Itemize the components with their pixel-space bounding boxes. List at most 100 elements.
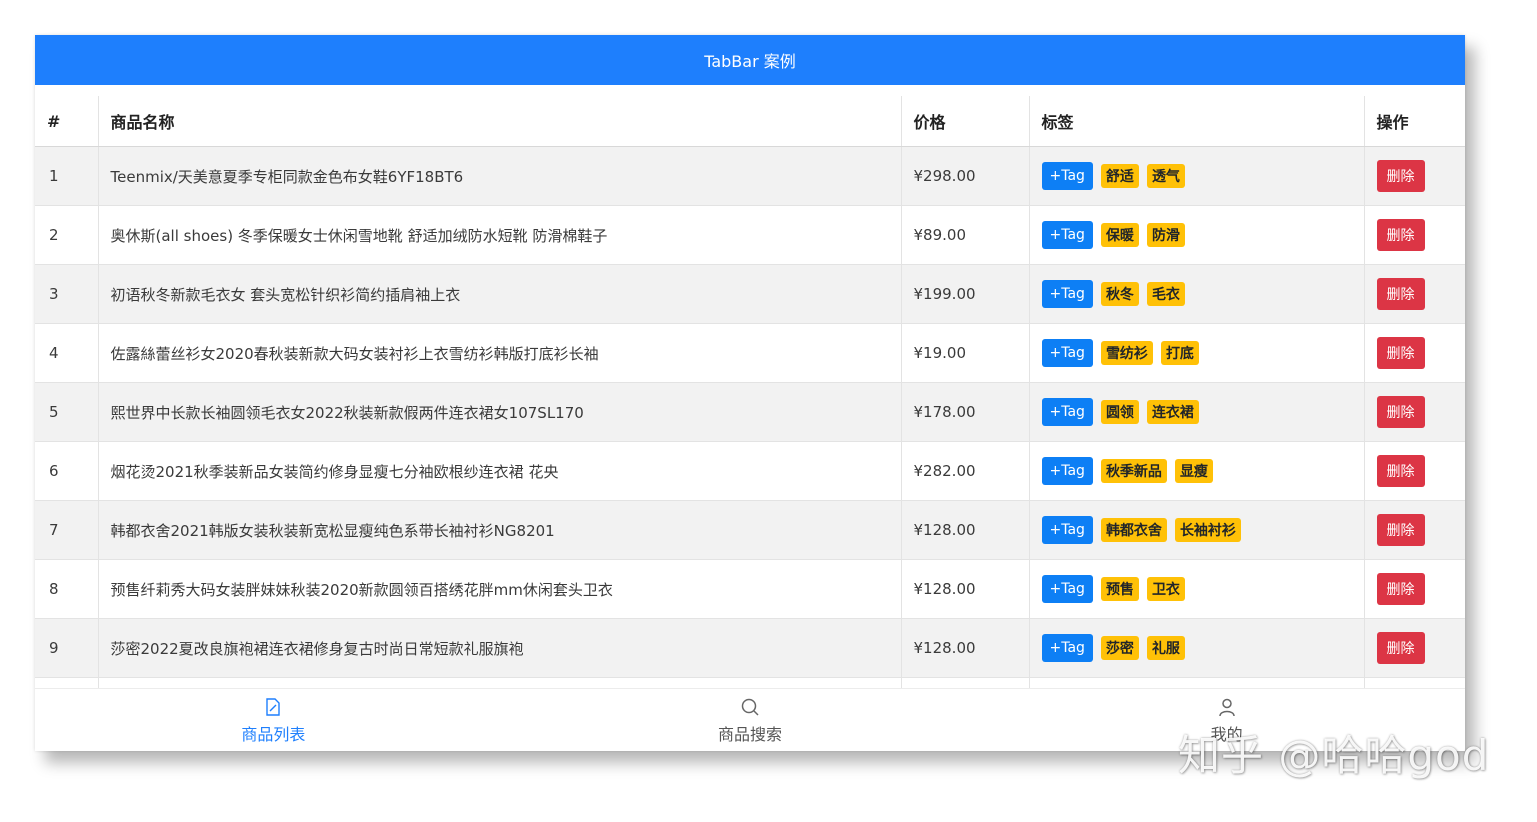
- row-index: 3: [35, 264, 99, 324]
- table-header-row: # 商品名称 价格 标签 操作: [35, 96, 1465, 147]
- goods-actions-cell: 删除: [1364, 441, 1465, 501]
- goods-actions-cell: 删除: [1364, 146, 1465, 206]
- tag-badge: 打底: [1160, 341, 1199, 365]
- row-index: 7: [35, 500, 99, 560]
- add-tag-button[interactable]: +Tag: [1041, 575, 1093, 603]
- add-tag-button[interactable]: +Tag: [1041, 221, 1093, 249]
- goods-actions-cell: 删除: [1364, 264, 1465, 324]
- goods-name: 莎密2022夏改良旗袍裙连衣裙修身复古时尚日常短款礼服旗袍: [98, 618, 902, 678]
- goods-tags-cell: +Tag 韩都衣舍 长袖衬衫: [1029, 500, 1365, 560]
- column-header-index: #: [35, 96, 99, 147]
- row-index: 5: [35, 382, 99, 442]
- goods-price: ¥128.00: [901, 559, 1030, 619]
- goods-actions-cell: 删除: [1364, 382, 1465, 442]
- add-tag-button[interactable]: +Tag: [1041, 162, 1093, 190]
- table-row: 8 预售纤莉秀大码女装胖妹妹秋装2020新款圆领百搭绣花胖mm休闲套头卫衣 ¥128…: [35, 559, 1465, 619]
- table-row: 1 Teenmix/天美意夏季专柜同款金色布女鞋6YF18BT6 ¥298.00 +T…: [35, 146, 1465, 206]
- goods-name: 奥休斯(all shoes) 冬季保暖女士休闲雪地靴 舒适加绒防水短靴 防滑棉鞋…: [98, 205, 902, 265]
- goods-tags-cell: +Tag 雪纺衫 打底: [1029, 323, 1365, 383]
- goods-name: [98, 677, 902, 688]
- row-index: 4: [35, 323, 99, 383]
- goods-price: ¥128.00: [901, 618, 1030, 678]
- search-icon: [741, 698, 759, 716]
- tab-label: 商品搜索: [718, 724, 783, 744]
- row-index: 1: [35, 146, 99, 206]
- tag-badge: 莎密: [1100, 636, 1139, 660]
- goods-table: # 商品名称 价格 标签 操作 1 Teenmix/天美意夏季专柜同款金色布女鞋6…: [35, 96, 1465, 688]
- delete-button[interactable]: 删除: [1376, 573, 1425, 605]
- delete-button[interactable]: 删除: [1376, 514, 1425, 546]
- row-index: 8: [35, 559, 99, 619]
- tag-badge: 毛衣: [1146, 282, 1185, 306]
- add-tag-button[interactable]: +Tag: [1041, 516, 1093, 544]
- delete-button[interactable]: 删除: [1376, 219, 1425, 251]
- goods-price: ¥128.00: [901, 500, 1030, 560]
- goods-price: ¥19.00: [901, 323, 1030, 383]
- goods-tags-cell: +Tag 秋季新品 显瘦: [1029, 441, 1365, 501]
- goods-table-container[interactable]: # 商品名称 价格 标签 操作 1 Teenmix/天美意夏季专柜同款金色布女鞋6…: [35, 96, 1465, 688]
- add-tag-button[interactable]: +Tag: [1041, 457, 1093, 485]
- row-index: 9: [35, 618, 99, 678]
- tag-badge: 舒适: [1100, 164, 1139, 188]
- add-tag-button[interactable]: +Tag: [1041, 280, 1093, 308]
- tag-badge: 显瘦: [1174, 459, 1213, 483]
- goods-name: 韩都衣舍2021韩版女装秋装新宽松显瘦纯色系带长袖衬衫NG8201: [98, 500, 902, 560]
- row-index: 6: [35, 441, 99, 501]
- tag-badge: 圆领: [1100, 400, 1139, 424]
- delete-button[interactable]: 删除: [1376, 396, 1425, 428]
- goods-tags-cell: +Tag 保暖 防滑: [1029, 205, 1365, 265]
- row-index: [35, 677, 99, 688]
- tag-badge: 防滑: [1146, 223, 1185, 247]
- tag-badge: 长袖衬衫: [1174, 518, 1241, 542]
- row-index: 2: [35, 205, 99, 265]
- delete-button[interactable]: 删除: [1376, 278, 1425, 310]
- goods-price: ¥298.00: [901, 146, 1030, 206]
- tag-badge: 连衣裙: [1146, 400, 1199, 424]
- goods-price: ¥199.00: [901, 264, 1030, 324]
- column-header-actions: 操作: [1364, 96, 1465, 147]
- app-window: TabBar 案例 # 商品名称 价格 标签 操作 1 Teenmix/天美意夏季…: [35, 35, 1465, 751]
- user-icon: [1218, 698, 1235, 716]
- tag-badge: 秋冬: [1100, 282, 1139, 306]
- watermark: 知乎 @哈哈god: [1178, 731, 1490, 780]
- table-row: 3 初语秋冬新款毛衣女 套头宽松针织衫简约插肩袖上衣 ¥199.00 +Tag 秋冬 毛衣…: [35, 264, 1465, 324]
- delete-button[interactable]: 删除: [1376, 160, 1425, 192]
- delete-button[interactable]: 删除: [1376, 455, 1425, 487]
- tag-badge: 礼服: [1146, 636, 1185, 660]
- table-row: 4 佐露絲蕾丝衫女2020春秋装新款大码女装衬衫上衣雪纺衫韩版打底衫长袖 ¥19.0…: [35, 323, 1465, 383]
- table-row: 2 奥休斯(all shoes) 冬季保暖女士休闲雪地靴 舒适加绒防水短靴 防滑棉…: [35, 205, 1465, 265]
- goods-tags-cell: +Tag 圆领 连衣裙: [1029, 382, 1365, 442]
- goods-actions-cell: 删除: [1364, 618, 1465, 678]
- tab-goods-search[interactable]: 商品搜索: [512, 689, 989, 751]
- tag-badge: 透气: [1146, 164, 1185, 188]
- table-row: 5 熙世界中长款长袖圆领毛衣女2022秋装新款假两件连衣裙女107SL170 ¥17…: [35, 382, 1465, 442]
- column-header-tags: 标签: [1029, 96, 1365, 147]
- goods-name: 熙世界中长款长袖圆领毛衣女2022秋装新款假两件连衣裙女107SL170: [98, 382, 902, 442]
- goods-tags-cell: +Tag 莎密 礼服: [1029, 618, 1365, 678]
- table-row: 6 烟花烫2021秋季装新品女装简约修身显瘦七分袖欧根纱连衣裙 花央 ¥282.00…: [35, 441, 1465, 501]
- tag-badge: 预售: [1100, 577, 1139, 601]
- goods-name: 预售纤莉秀大码女装胖妹妹秋装2020新款圆领百搭绣花胖mm休闲套头卫衣: [98, 559, 902, 619]
- column-header-price: 价格: [901, 96, 1030, 147]
- goods-actions-cell: 删除: [1364, 205, 1465, 265]
- table-row: 9 莎密2022夏改良旗袍裙连衣裙修身复古时尚日常短款礼服旗袍 ¥128.00 +Ta…: [35, 618, 1465, 678]
- goods-tags-cell: +Tag 秋冬 毛衣: [1029, 264, 1365, 324]
- add-tag-button[interactable]: +Tag: [1041, 339, 1093, 367]
- tab-goods-list[interactable]: 商品列表: [35, 689, 512, 751]
- table-body: 1 Teenmix/天美意夏季专柜同款金色布女鞋6YF18BT6 ¥298.00 +T…: [35, 146, 1465, 688]
- column-header-name: 商品名称: [98, 96, 902, 147]
- goods-name: Teenmix/天美意夏季专柜同款金色布女鞋6YF18BT6: [98, 146, 902, 206]
- tag-badge: 秋季新品: [1100, 459, 1167, 483]
- delete-button[interactable]: 删除: [1376, 632, 1425, 664]
- add-tag-button[interactable]: +Tag: [1041, 398, 1093, 426]
- tab-label: 商品列表: [241, 724, 306, 744]
- add-tag-button[interactable]: +Tag: [1041, 634, 1093, 662]
- edit-icon: [266, 697, 281, 716]
- goods-tags-cell: [1029, 677, 1365, 688]
- goods-price: ¥89.00: [901, 205, 1030, 265]
- goods-actions-cell: [1364, 677, 1465, 688]
- header-bar: TabBar 案例: [35, 35, 1465, 85]
- goods-actions-cell: 删除: [1364, 559, 1465, 619]
- delete-button[interactable]: 删除: [1376, 337, 1425, 369]
- goods-name: 烟花烫2021秋季装新品女装简约修身显瘦七分袖欧根纱连衣裙 花央: [98, 441, 902, 501]
